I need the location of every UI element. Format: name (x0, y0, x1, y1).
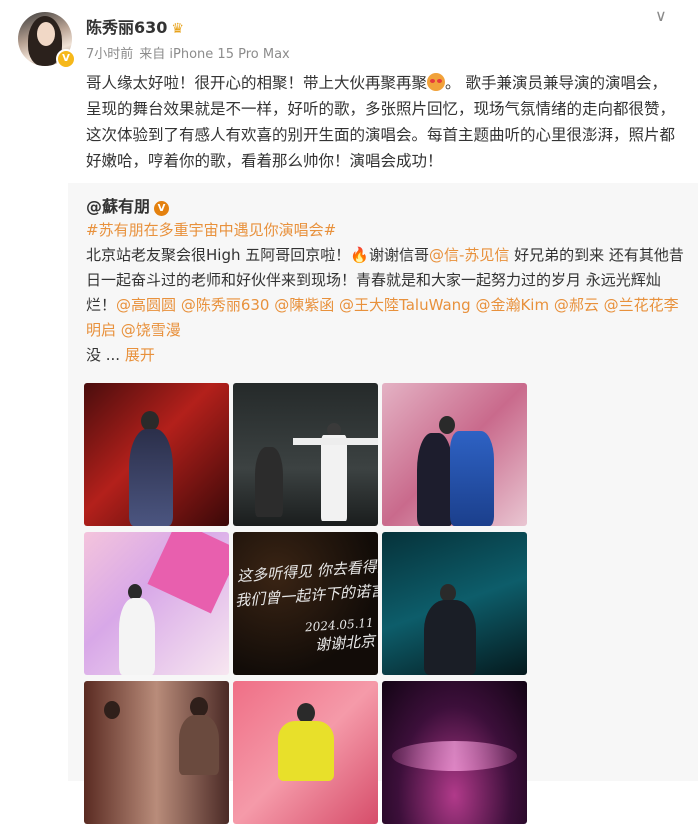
repost-text-part: 谢谢信哥 (368, 246, 429, 264)
post-source: 来自 iPhone 15 Pro Max (139, 47, 290, 62)
repost-text: 北京站老友聚会很High 五阿哥回京啦！🔥谢谢信哥@信-苏见信 好兄弟的到来 还… (86, 243, 686, 368)
photo-8[interactable] (233, 681, 378, 824)
crown-badge-icon: ♛ (171, 21, 184, 37)
author-name[interactable]: 陈秀丽630 (86, 18, 167, 37)
repost-verified-icon: V (154, 201, 170, 216)
photo-1[interactable] (84, 383, 229, 526)
mention-link[interactable]: @王大陸TaluWang (339, 296, 471, 314)
author-name-row: 陈秀丽630 ♛ (86, 14, 184, 38)
post-text: 哥人缘太好啦！很开心的相聚！带上大伙再聚再聚。 歌手兼演员兼导演的演唱会，呈现的… (86, 70, 678, 174)
mention-link[interactable]: @饶雪漫 (121, 321, 181, 339)
heart-eyes-emoji-icon (427, 73, 446, 91)
post-meta: 7小时前 来自 iPhone 15 Pro Max (86, 43, 290, 62)
post-time: 7小时前 (86, 47, 134, 62)
repost-author[interactable]: @蘇有朋 (86, 197, 150, 216)
repost-author-row: @蘇有朋 V (86, 193, 170, 217)
photo-9[interactable] (382, 681, 527, 824)
verified-badge-icon: V (56, 49, 76, 69)
repost-text-part: 北京站老友聚会很High 五阿哥回京啦！ (86, 246, 351, 264)
photo-3[interactable] (382, 383, 527, 526)
mention-link[interactable]: @高圆圆 (116, 296, 176, 314)
weibo-post: V 陈秀丽630 ♛ 7小时前 来自 iPhone 15 Pro Max ∨ 哥人缘… (0, 0, 698, 824)
photo-6[interactable] (382, 532, 527, 675)
expand-link[interactable]: 展开 (125, 346, 155, 364)
handwriting-line: 谢谢北京 (314, 631, 376, 655)
photo-2[interactable] (233, 383, 378, 526)
photo-4[interactable] (84, 532, 229, 675)
photo-7[interactable] (84, 681, 229, 824)
mention-link[interactable]: @郝云 (554, 296, 599, 314)
repost-text-part: 没 ... (86, 346, 125, 364)
hashtag-link[interactable]: #苏有朋在多重宇宙中遇见你演唱会# (86, 219, 336, 240)
chevron-down-icon[interactable]: ∨ (655, 6, 667, 25)
mention-link[interactable]: @金瀚Kim (475, 296, 549, 314)
mention-link[interactable]: @信-苏见信 (429, 246, 509, 264)
fire-emoji-icon: 🔥 (350, 246, 369, 264)
mention-link[interactable]: @陈秀丽630 (181, 296, 270, 314)
repost-card[interactable]: @蘇有朋 V #苏有朋在多重宇宙中遇见你演唱会# 北京站老友聚会很High 五阿哥… (68, 183, 698, 824)
photo-5[interactable]: 这多听得见 你去看得见 我们曾一起许下的诺言！ 2024.05.11 谢谢北京 (233, 532, 378, 675)
mention-link[interactable]: @陳紫函 (274, 296, 334, 314)
post-text-part: 哥人缘太好啦！很开心的相聚！带上大伙再聚再聚 (86, 74, 428, 92)
